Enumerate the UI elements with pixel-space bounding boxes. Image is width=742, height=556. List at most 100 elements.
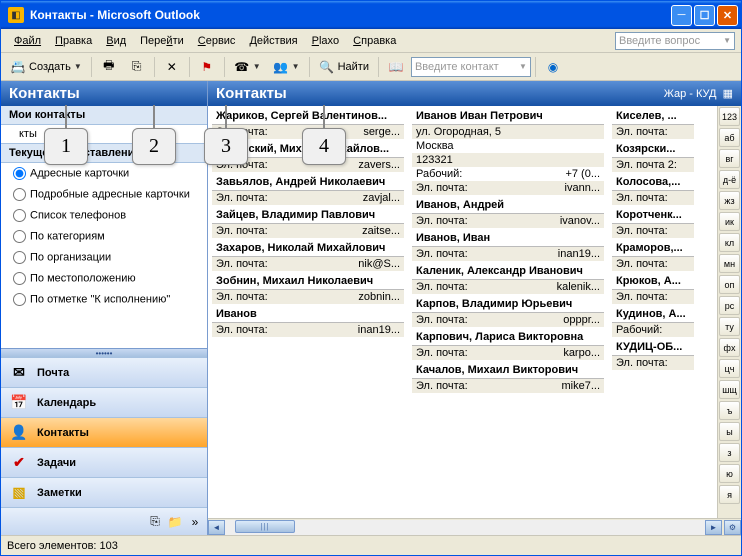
index-button[interactable]: я	[719, 485, 740, 504]
menu-edit[interactable]: Правка	[48, 33, 99, 49]
index-button[interactable]: жз	[719, 191, 740, 210]
contact-card[interactable]: Кудинов, А...Рабочий:	[612, 306, 694, 337]
autodial-button[interactable]: ☎▼	[229, 56, 266, 78]
menu-help[interactable]: Справка	[346, 33, 403, 49]
contact-field: Рабочий:+7 (0...	[412, 167, 604, 181]
view-option[interactable]: По категориям	[1, 226, 207, 247]
contact-card[interactable]: Качалов, Михаил ВикторовичЭл. почта:mike…	[412, 362, 604, 393]
view-option[interactable]: Список телефонов	[1, 205, 207, 226]
scroll-right-button[interactable]: ►	[705, 520, 722, 535]
contact-card[interactable]: Крюков, А...Эл. почта:	[612, 273, 694, 304]
contact-card[interactable]: Карпович, Лариса ВикторовнаЭл. почта:kar…	[412, 329, 604, 360]
calendar-nav-button[interactable]: 📅Календарь	[1, 387, 207, 417]
contact-card[interactable]: Киселев, ...Эл. почта:	[612, 108, 694, 139]
view-option[interactable]: Подробные адресные карточки	[1, 184, 207, 205]
view-radio[interactable]	[13, 167, 26, 180]
maximize-button[interactable]: ☐	[694, 5, 715, 26]
new-button[interactable]: 📇 Создать ▼	[5, 56, 87, 78]
contact-card[interactable]: КУДИЦ-ОБ...Эл. почта:	[612, 339, 694, 370]
scroll-track[interactable]: |||	[225, 520, 705, 535]
index-button[interactable]: д-ё	[719, 170, 740, 189]
contacts-nav-button[interactable]: 👤Контакты	[1, 417, 207, 447]
contact-card[interactable]: Карпов, Владимир ЮрьевичЭл. почта:opppr.…	[412, 296, 604, 327]
index-button[interactable]: 123	[719, 107, 740, 126]
addressbook-button[interactable]: 📖	[383, 56, 409, 78]
contact-name: Жариков, Сергей Валентинов...	[212, 108, 404, 125]
contact-card[interactable]: Каленик, Александр ИвановичЭл. почта:kal…	[412, 263, 604, 294]
contact-card[interactable]: Краморов,...Эл. почта:	[612, 240, 694, 271]
contact-card[interactable]: Козярски...Эл. почта 2:	[612, 141, 694, 172]
menu-go[interactable]: Перейти	[133, 33, 191, 49]
print-button[interactable]: 🖶	[96, 56, 122, 78]
contact-card[interactable]: ИвановЭл. почта:inan19...	[212, 306, 404, 337]
menu-view[interactable]: Вид	[99, 33, 133, 49]
contact-card[interactable]: Зайцев, Владимир ПавловичЭл. почта:zaits…	[212, 207, 404, 238]
meeting-button[interactable]: 👥▼	[268, 56, 305, 78]
view-radio[interactable]	[13, 209, 26, 222]
index-button[interactable]: вг	[719, 149, 740, 168]
close-button[interactable]: ✕	[717, 5, 738, 26]
minimize-button[interactable]: ─	[671, 5, 692, 26]
contact-card[interactable]: Иванов Иван Петровичул. Огородная, 5Моск…	[412, 108, 604, 195]
horizontal-scrollbar[interactable]: ◄ ||| ► ⚙	[208, 518, 741, 535]
view-option[interactable]: По местоположению	[1, 268, 207, 289]
contact-search-box[interactable]: Введите контакт ▼	[411, 57, 531, 77]
view-options-button[interactable]: ⚙	[724, 520, 741, 535]
view-radio[interactable]	[13, 293, 26, 306]
mail-nav-button[interactable]: ✉Почта	[1, 357, 207, 387]
index-button[interactable]: цч	[719, 359, 740, 378]
contact-name: Козярски...	[612, 141, 694, 158]
flag-button[interactable]: ⚑	[194, 56, 220, 78]
view-option[interactable]: По отметке "К исполнению"	[1, 289, 207, 310]
menu-plaxo[interactable]: Plaxo	[305, 33, 347, 49]
contact-name: КУДИЦ-ОБ...	[612, 339, 694, 356]
contact-card[interactable]: Завьялов, Андрей НиколаевичЭл. почта:zav…	[212, 174, 404, 205]
contact-card[interactable]: Иванов, ИванЭл. почта:inan19...	[412, 230, 604, 261]
copy-button[interactable]: ⎘	[124, 56, 150, 78]
tasks-nav-button[interactable]: ✔Задачи	[1, 447, 207, 477]
index-button[interactable]: оп	[719, 275, 740, 294]
index-button[interactable]: мн	[719, 254, 740, 273]
help-button[interactable]: ◉	[540, 56, 566, 78]
scroll-thumb[interactable]: |||	[235, 520, 295, 533]
index-button[interactable]: ы	[719, 422, 740, 441]
view-radio[interactable]	[13, 230, 26, 243]
notes-nav-button[interactable]: ▧Заметки	[1, 477, 207, 507]
view-radio[interactable]	[13, 251, 26, 264]
index-button[interactable]: ю	[719, 464, 740, 483]
index-button[interactable]: ик	[719, 212, 740, 231]
find-button[interactable]: 🔍 Найти	[314, 56, 374, 78]
contact-card[interactable]: Колосова,...Эл. почта:	[612, 174, 694, 205]
menu-actions[interactable]: Действия	[242, 33, 304, 49]
contact-name: Коротченк...	[612, 207, 694, 224]
my-contacts-header[interactable]: Мои контакты	[1, 106, 207, 125]
view-option[interactable]: Адресные карточки	[1, 163, 207, 184]
contact-card[interactable]: Захаров, Николай МихайловичЭл. почта:nik…	[212, 240, 404, 271]
current-view-header[interactable]: Текущее представление	[1, 143, 207, 163]
ask-question-box[interactable]: Введите вопрос ▼	[615, 32, 735, 50]
view-radio[interactable]	[13, 272, 26, 285]
contact-card[interactable]: Зобнин, Михаил НиколаевичЭл. почта:zobni…	[212, 273, 404, 304]
search-placeholder: Введите контакт	[415, 61, 499, 73]
index-button[interactable]: ъ	[719, 401, 740, 420]
contacts-folder[interactable]: кты	[1, 125, 207, 143]
delete-button[interactable]: ✕	[159, 56, 185, 78]
index-button[interactable]: ту	[719, 317, 740, 336]
scroll-left-button[interactable]: ◄	[208, 520, 225, 535]
index-button[interactable]: аб	[719, 128, 740, 147]
index-button[interactable]: фх	[719, 338, 740, 357]
index-button[interactable]: з	[719, 443, 740, 462]
view-option[interactable]: По организации	[1, 247, 207, 268]
contact-card[interactable]: Коротченк...Эл. почта:	[612, 207, 694, 238]
nav-collapse-handle[interactable]: ••••••	[1, 348, 207, 357]
shortcut-icon[interactable]: ⎘	[147, 514, 163, 530]
view-radio[interactable]	[13, 188, 26, 201]
menu-file[interactable]: Файл	[7, 33, 48, 49]
configure-icon[interactable]: »	[187, 514, 203, 530]
menu-service[interactable]: Сервис	[191, 33, 243, 49]
index-button[interactable]: шщ	[719, 380, 740, 399]
index-button[interactable]: рс	[719, 296, 740, 315]
folder-icon[interactable]: 📁	[167, 514, 183, 530]
index-button[interactable]: кл	[719, 233, 740, 252]
contact-card[interactable]: Иванов, АндрейЭл. почта:ivanov...	[412, 197, 604, 228]
